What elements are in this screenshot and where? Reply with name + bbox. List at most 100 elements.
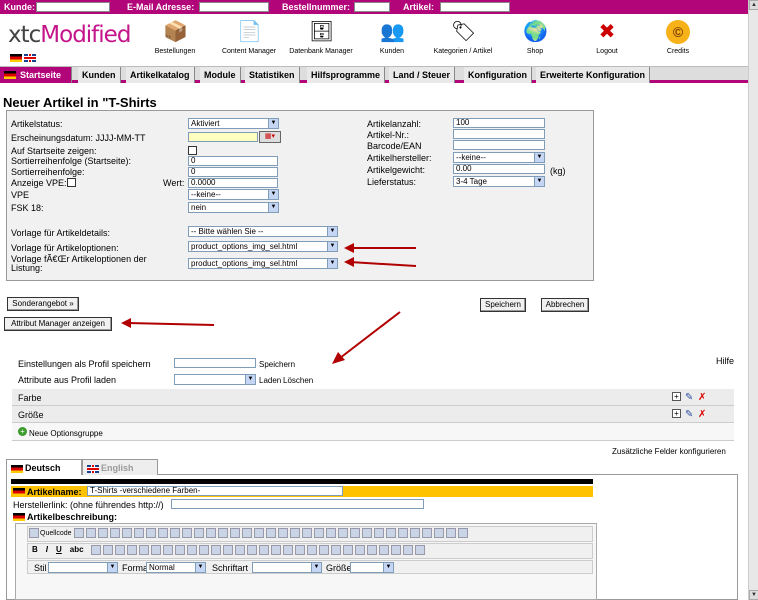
loeschen-button[interactable]: Löschen — [283, 376, 313, 385]
header: xtcModified 📦 Bestellungen 📄 Content Manag… — [0, 14, 748, 64]
sort-start-input[interactable]: 0 — [188, 156, 278, 166]
lieferstatus-select[interactable]: 3-4 Tage ▼ — [453, 176, 545, 187]
vorlage-listung-select[interactable]: product_options_img_sel.html ▼ — [188, 258, 338, 269]
scroll-up-icon[interactable]: ▲ — [749, 0, 758, 10]
hilfe-link[interactable]: Hilfe — [716, 356, 734, 366]
nav-shop[interactable]: 🌍 Shop — [500, 20, 570, 55]
source-icon[interactable] — [29, 528, 39, 538]
italic-icon[interactable]: I — [46, 545, 48, 554]
artikelstatus-select[interactable]: Aktiviert ▼ — [188, 118, 279, 129]
chevron-down-icon: ▼ — [195, 563, 205, 572]
chevron-down-icon: ▼ — [268, 203, 278, 212]
vorlage-details-label: Vorlage für Artikeldetails: — [11, 228, 111, 238]
startseite-checkbox[interactable] — [188, 146, 197, 155]
vorlage-details-select[interactable]: -- Bitte wählen Sie -- ▼ — [188, 226, 338, 237]
beschreibung-label: Artikelbeschreibung: — [27, 512, 118, 522]
vpe-show-checkbox[interactable] — [67, 178, 76, 187]
groesse-select[interactable]: ▼ — [350, 562, 394, 573]
nav-logout[interactable]: ✖ Logout — [572, 20, 642, 55]
tab-land-steuer[interactable]: Land / Steuer — [389, 67, 456, 83]
tab-english[interactable]: English — [82, 459, 158, 475]
strike-icon[interactable]: abc — [70, 545, 84, 554]
new-option-group-row[interactable]: + Neue Optionsgruppe — [12, 423, 734, 441]
laden-button[interactable]: Laden — [259, 376, 281, 385]
tab-konfiguration[interactable]: Konfiguration — [464, 67, 532, 83]
anzahl-input[interactable]: 100 — [453, 118, 545, 128]
wert-input[interactable]: 0.0000 — [188, 178, 278, 188]
kunde-label: Kunde: — [4, 2, 35, 12]
edit-pencil-icon[interactable]: ✎ — [685, 409, 693, 420]
abbrechen-button[interactable]: Abbrechen — [541, 298, 589, 312]
vorlage-optionen-select[interactable]: product_options_img_sel.html ▼ — [188, 241, 338, 252]
quellcode-button[interactable]: Quellcode — [40, 530, 72, 537]
editor-toolbar-row-2: B I Uabc — [27, 543, 593, 559]
format-select[interactable]: Normal ▼ — [146, 562, 206, 573]
nav-datenbank-manager[interactable]: 🗄 Datenbank Manager — [286, 20, 356, 55]
stil-select[interactable]: ▼ — [48, 562, 118, 573]
ean-input[interactable] — [453, 140, 545, 150]
profil-save-button[interactable]: Speichern — [259, 360, 295, 369]
bestellnummer-search-input[interactable] — [354, 2, 390, 12]
nav-content-manager[interactable]: 📄 Content Manager — [214, 20, 284, 55]
delete-x-icon[interactable]: ✗ — [698, 392, 706, 403]
tab-erweiterte-konfiguration[interactable]: Erweiterte Konfiguration — [536, 67, 651, 83]
bold-icon[interactable]: B — [32, 545, 38, 554]
chevron-down-icon: ▼ — [311, 563, 321, 572]
tab-module[interactable]: Module — [200, 67, 241, 83]
delete-x-icon[interactable]: ✗ — [698, 409, 706, 420]
herstellerlink-input[interactable] — [171, 499, 424, 509]
gewicht-input[interactable]: 0.00 — [453, 164, 545, 174]
nav-kategorien-artikel[interactable]: 🏷 Kategorien / Artikel — [428, 20, 498, 55]
artikelnr-input[interactable] — [453, 129, 545, 139]
editor-toolbar-row-3: Stil ▼ Format Normal ▼ Schriftart ▼ Größe… — [27, 560, 593, 574]
tab-hilfsprogramme[interactable]: Hilfsprogramme — [307, 67, 386, 83]
users-icon: 👥 — [380, 21, 405, 43]
tab-kunden[interactable]: Kunden — [78, 67, 121, 83]
expand-plus-icon[interactable]: + — [672, 409, 681, 418]
artikelnr-label: Artikel-Nr.: — [367, 130, 410, 140]
artikel-search-input[interactable] — [440, 2, 510, 12]
sonderangebot-button[interactable]: Sonderangebot » — [7, 297, 79, 311]
tab-artikelkatalog[interactable]: Artikelkatalog — [126, 67, 195, 83]
profil-select[interactable]: ▼ — [174, 374, 256, 385]
vorlage-listung-label: Vorlage fÃ€Œr Artikeloptionen der Listun… — [11, 254, 147, 273]
option-group-label: Farbe — [18, 393, 42, 403]
red-arrow-icon — [344, 243, 417, 267]
calendar-icon[interactable]: ▦▾ — [259, 131, 281, 143]
gewicht-unit: (kg) — [550, 166, 566, 176]
speichern-button[interactable]: Speichern — [480, 298, 526, 312]
nav-bestellungen[interactable]: 📦 Bestellungen — [140, 20, 210, 55]
page-title: Neuer Artikel in "T-Shirts — [3, 95, 157, 110]
chevron-down-icon: ▼ — [107, 563, 117, 572]
new-option-group-link[interactable]: Neue Optionsgruppe — [29, 429, 103, 438]
nav-kunden[interactable]: 👥 Kunden — [357, 20, 427, 55]
german-flag-icon[interactable] — [10, 53, 22, 62]
tab-deutsch[interactable]: Deutsch — [6, 459, 82, 476]
chevron-down-icon: ▼ — [383, 563, 393, 572]
edit-pencil-icon[interactable]: ✎ — [685, 392, 693, 403]
herstellerlink-label: Herstellerlink: (ohne führendes http://) — [13, 500, 164, 510]
vpe-select[interactable]: --keine-- ▼ — [188, 189, 279, 200]
schriftart-select[interactable]: ▼ — [252, 562, 322, 573]
sort-input[interactable]: 0 — [188, 167, 278, 177]
artikelname-input[interactable]: T-Shirts -verschiedene Farben- — [87, 486, 343, 496]
expand-plus-icon[interactable]: + — [672, 392, 681, 401]
chevron-down-icon: ▼ — [327, 259, 337, 268]
english-flag-icon[interactable] — [24, 53, 36, 62]
extra-fields-link[interactable]: Zusätzliche Felder konfigurieren — [612, 447, 726, 456]
fsk-select[interactable]: nein ▼ — [188, 202, 279, 213]
kunde-search-input[interactable] — [36, 2, 110, 12]
vertical-scrollbar[interactable]: ▲ ▼ — [748, 0, 758, 600]
underline-icon[interactable]: U — [56, 545, 62, 554]
profil-name-input[interactable] — [174, 358, 256, 368]
tab-startseite[interactable]: Startseite — [0, 67, 72, 83]
scroll-down-icon[interactable]: ▼ — [749, 590, 758, 600]
attribut-manager-button[interactable]: Attribut Manager anzeigen — [4, 317, 112, 331]
email-search-input[interactable] — [199, 2, 269, 12]
tab-statistiken[interactable]: Statistiken — [245, 67, 300, 83]
erscheinungsdatum-input[interactable] — [188, 132, 258, 142]
description-panel: Artikelname: T-Shirts -verschiedene Farb… — [6, 475, 738, 600]
startseite-label: Auf Startseite zeigen: — [11, 146, 97, 156]
hersteller-select[interactable]: --keine-- ▼ — [453, 152, 545, 163]
nav-credits[interactable]: © Credits — [643, 20, 713, 55]
